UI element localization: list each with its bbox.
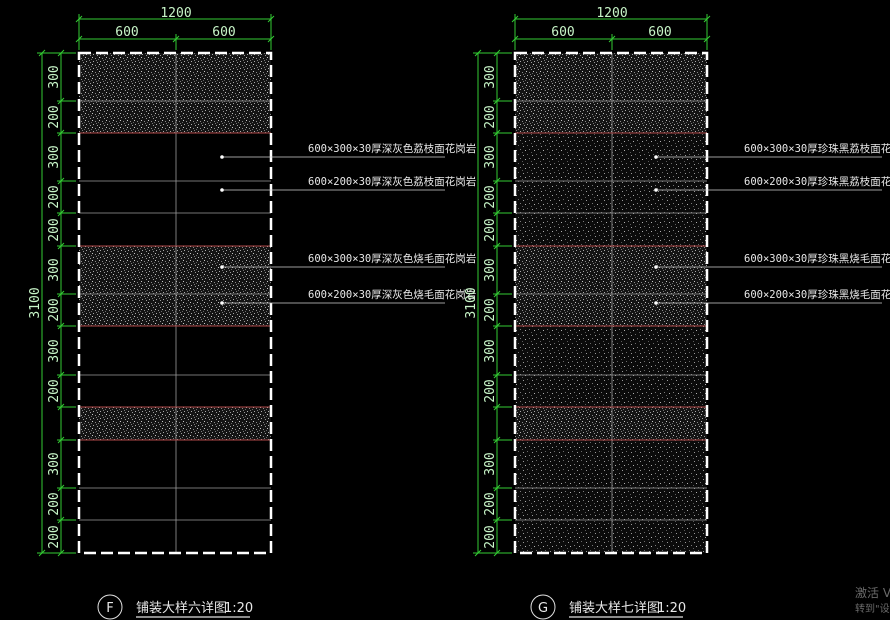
material-note-3: 600×300×30厚珍珠黑烧毛面花岗岩 [744,252,890,265]
row-dim-12: 200 [483,525,498,548]
total-width-label: 1200 [160,6,191,21]
row-dim-2: 200 [47,105,62,128]
activation-watermark-line-1: 激活 V [855,586,890,600]
material-note-4: 600×200×30厚深灰色烧毛面花岗岩 [308,288,476,301]
material-note-1: 600×300×30厚深灰色荔枝面花岗岩 [308,142,476,155]
row-dim-6: 300 [483,258,498,281]
paving-band-3-fill [515,407,707,440]
row-dim-1: 300 [47,65,62,88]
paving-band-2-fill [79,246,271,326]
paving-band-1-fill [79,53,271,133]
half-width-label-left: 600 [115,25,138,40]
row-dim-11: 200 [483,492,498,515]
detail-title: 铺装大样七详图 [569,601,660,616]
material-note-2: 600×200×30厚珍珠黑荔枝面花岗岩 [744,175,890,188]
paving-band-2-fill [515,246,707,326]
detail-title: 铺装大样六详图 [136,601,227,616]
row-dim-9: 200 [47,379,62,402]
row-dim-9: 200 [483,379,498,402]
half-width-label-left: 600 [551,25,574,40]
row-dim-3: 300 [47,145,62,168]
total-length-label: 3100 [464,287,479,318]
row-dim-7: 200 [483,298,498,321]
row-dim-4: 200 [483,185,498,208]
detail-marker-letter: G [538,601,548,616]
detail-scale: 1:20 [224,601,253,616]
detail-marker-letter: F [106,601,113,616]
row-dim-4: 200 [47,185,62,208]
cad-canvas: 1200 600 600 3100 300 200 300 200 200 30… [28,6,890,620]
row-dim-5: 200 [483,218,498,241]
material-note-4: 600×200×30厚珍珠黑烧毛面花岗岩 [744,288,890,301]
row-dim-12: 200 [47,525,62,548]
row-dim-10: 300 [483,452,498,475]
drawing-g: 1200 600 600 3100 300 200 300 200 200 30… [464,6,890,620]
material-note-3: 600×300×30厚深灰色烧毛面花岗岩 [308,252,476,265]
half-width-label-right: 600 [212,25,235,40]
material-note-2: 600×200×30厚深灰色荔枝面花岗岩 [308,175,476,188]
paving-band-3-fill [79,407,271,440]
row-dim-11: 200 [47,492,62,515]
total-length-label: 3100 [28,287,43,318]
total-width-label: 1200 [596,6,627,21]
row-dim-5: 200 [47,218,62,241]
paving-band-1-fill [515,53,707,133]
detail-scale: 1:20 [657,601,686,616]
row-dim-2: 200 [483,105,498,128]
drawing-f: 1200 600 600 3100 300 200 300 200 200 30… [28,6,476,620]
row-dim-1: 300 [483,65,498,88]
row-dim-8: 300 [483,339,498,362]
row-dim-7: 200 [47,298,62,321]
material-note-1: 600×300×30厚珍珠黑荔枝面花岗岩 [744,142,890,155]
half-width-label-right: 600 [648,25,671,40]
row-dim-6: 300 [47,258,62,281]
activation-watermark-line-2: 转到"设 [855,602,890,615]
row-dim-8: 300 [47,339,62,362]
row-dim-3: 300 [483,145,498,168]
row-dim-10: 300 [47,452,62,475]
